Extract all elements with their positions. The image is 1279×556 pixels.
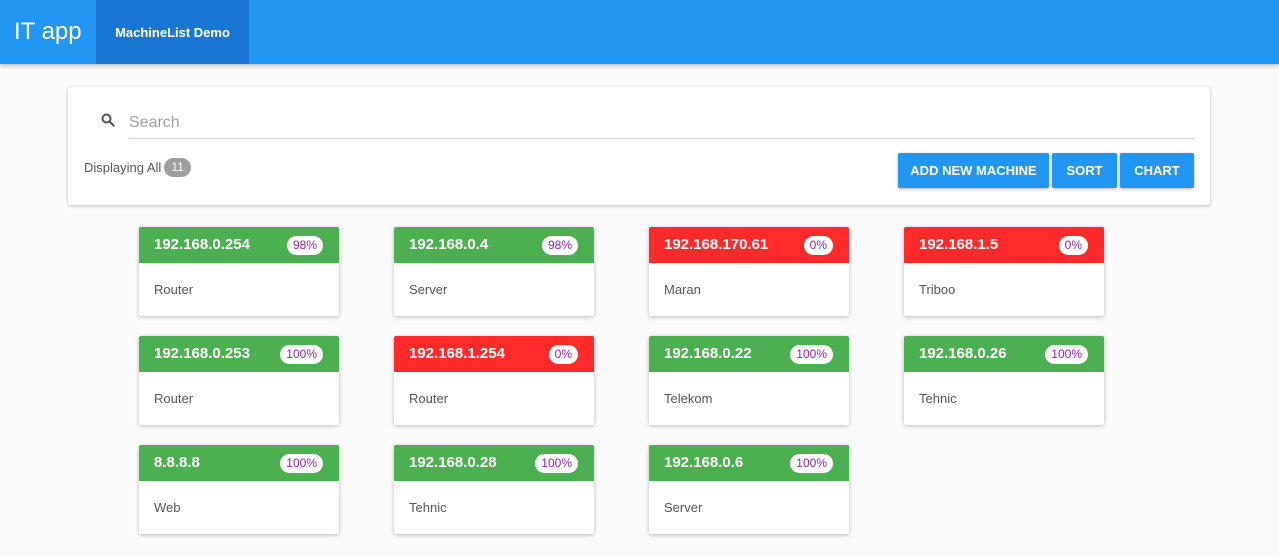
machine-card-header: 192.168.0.254 98% <box>139 227 339 263</box>
add-new-machine-button[interactable]: ADD NEW MACHINE <box>898 153 1049 188</box>
app-bar: IT app MachineList Demo <box>0 0 1279 64</box>
machine-ip: 192.168.0.26 <box>919 345 1007 362</box>
search-icon <box>101 113 115 127</box>
machine-ip: 192.168.0.28 <box>409 454 497 471</box>
machine-percent-badge: 100% <box>1045 345 1088 364</box>
machine-percent-badge: 0% <box>1058 236 1088 255</box>
chart-button[interactable]: CHART <box>1120 153 1194 188</box>
machine-card-header: 192.168.0.4 98% <box>394 227 594 263</box>
machine-card[interactable]: 192.168.0.6 100% Server <box>649 445 849 534</box>
machine-name: Router <box>409 391 449 406</box>
machine-percent-badge: 100% <box>790 454 833 473</box>
machine-percent-badge: 100% <box>535 454 578 473</box>
machine-card-header: 192.168.0.6 100% <box>649 445 849 481</box>
machine-ip: 192.168.0.254 <box>154 236 250 253</box>
machine-percent-badge: 100% <box>280 454 323 473</box>
sort-button[interactable]: SORT <box>1052 153 1117 188</box>
machine-card[interactable]: 192.168.0.28 100% Tehnic <box>394 445 594 534</box>
control-panel: Displaying All 11 ADD NEW MACHINE SORT C… <box>68 87 1210 205</box>
machine-card-header: 8.8.8.8 100% <box>139 445 339 481</box>
displaying-label: Displaying All <box>84 160 162 175</box>
displaying-summary: Displaying All 11 <box>84 158 191 177</box>
machine-name: Server <box>664 500 703 515</box>
machine-ip: 192.168.0.253 <box>154 345 250 362</box>
machine-name: Maran <box>664 282 701 297</box>
machine-name: Triboo <box>919 282 956 297</box>
machine-card[interactable]: 192.168.170.61 0% Maran <box>649 227 849 316</box>
machine-card-header: 192.168.170.61 0% <box>649 227 849 263</box>
machine-name: Tehnic <box>409 500 447 515</box>
machine-percent-badge: 100% <box>790 345 833 364</box>
machine-card[interactable]: 192.168.0.4 98% Server <box>394 227 594 316</box>
nav-tab-machinelist-demo[interactable]: MachineList Demo <box>96 0 249 64</box>
machine-percent-badge: 98% <box>541 236 578 255</box>
machine-percent-badge: 98% <box>286 236 323 255</box>
machine-card[interactable]: 192.168.1.5 0% Triboo <box>904 227 1104 316</box>
machine-name: Telekom <box>664 391 713 406</box>
machine-card[interactable]: 192.168.1.254 0% Router <box>394 336 594 425</box>
machine-name: Tehnic <box>919 391 957 406</box>
machine-percent-badge: 0% <box>548 345 578 364</box>
machine-name: Server <box>409 282 448 297</box>
machine-card[interactable]: 192.168.0.253 100% Router <box>139 336 339 425</box>
search-input[interactable] <box>129 107 1194 139</box>
machine-percent-badge: 100% <box>280 345 323 364</box>
machine-ip: 192.168.0.4 <box>409 236 489 253</box>
machine-card-header: 192.168.1.254 0% <box>394 336 594 372</box>
machine-card-header: 192.168.0.26 100% <box>904 336 1104 372</box>
machine-ip: 192.168.0.22 <box>664 345 752 362</box>
machine-ip: 192.168.170.61 <box>664 236 769 253</box>
machine-card[interactable]: 8.8.8.8 100% Web <box>139 445 339 534</box>
machine-card-header: 192.168.0.22 100% <box>649 336 849 372</box>
machine-name: Web <box>154 500 181 515</box>
machine-card[interactable]: 192.168.0.254 98% Router <box>139 227 339 316</box>
machine-name: Router <box>154 391 194 406</box>
machine-ip: 192.168.1.5 <box>919 236 999 253</box>
machine-ip: 192.168.0.6 <box>664 454 744 471</box>
machine-card-header: 192.168.0.28 100% <box>394 445 594 481</box>
machine-percent-badge: 0% <box>803 236 833 255</box>
machine-name: Router <box>154 282 194 297</box>
machine-card[interactable]: 192.168.0.26 100% Tehnic <box>904 336 1104 425</box>
count-badge: 11 <box>164 158 191 177</box>
app-title[interactable]: IT app <box>14 18 82 46</box>
machine-ip: 8.8.8.8 <box>154 454 200 471</box>
machine-card-header: 192.168.1.5 0% <box>904 227 1104 263</box>
machine-card[interactable]: 192.168.0.22 100% Telekom <box>649 336 849 425</box>
machine-card-header: 192.168.0.253 100% <box>139 336 339 372</box>
machine-ip: 192.168.1.254 <box>409 345 505 362</box>
